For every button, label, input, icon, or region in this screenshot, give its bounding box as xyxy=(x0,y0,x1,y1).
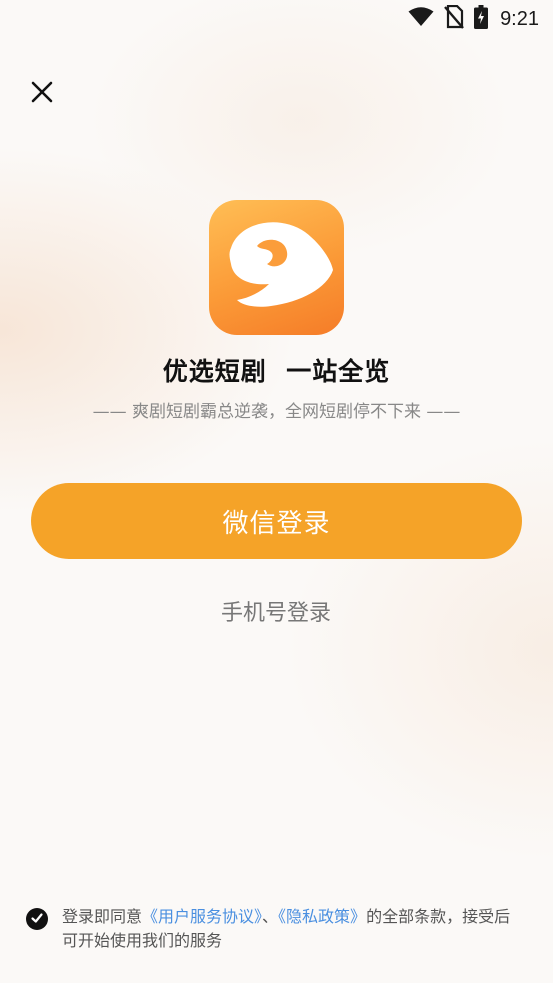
close-icon xyxy=(31,81,53,107)
status-bar: 9:21 xyxy=(0,0,553,38)
agreement-text: 登录即同意《用户服务协议》、《隐私政策》的全部条款，接受后可开始使用我们的服务 xyxy=(62,905,526,953)
app-title: 优选短剧 一站全览 xyxy=(162,357,391,386)
privacy-policy-link[interactable]: 《隐私政策》 xyxy=(278,907,366,926)
app-subtitle: —— 爽剧短剧霸总逆袭，全网短剧停不下来 —— xyxy=(92,402,461,422)
user-agreement-link[interactable]: 《用户服务协议》 xyxy=(142,907,262,926)
agreement: 登录即同意《用户服务协议》、《隐私政策》的全部条款，接受后可开始使用我们的服务 xyxy=(26,905,526,953)
check-icon xyxy=(30,910,44,929)
battery-charging-icon xyxy=(474,5,489,33)
agreement-separator: 、 xyxy=(262,907,279,926)
status-icons: 9:21 xyxy=(408,4,539,33)
no-sim-icon xyxy=(444,4,464,33)
agreement-prefix: 登录即同意 xyxy=(62,907,143,926)
agreement-checkbox[interactable] xyxy=(26,908,48,930)
phone-login-button[interactable]: 手机号登录 xyxy=(176,596,376,632)
status-time: 9:21 xyxy=(500,7,539,30)
app-logo xyxy=(209,200,344,335)
wifi-icon xyxy=(408,7,434,31)
app-logo-icon xyxy=(209,222,344,335)
wechat-login-button[interactable]: 微信登录 xyxy=(31,483,522,559)
close-button[interactable] xyxy=(26,78,58,110)
